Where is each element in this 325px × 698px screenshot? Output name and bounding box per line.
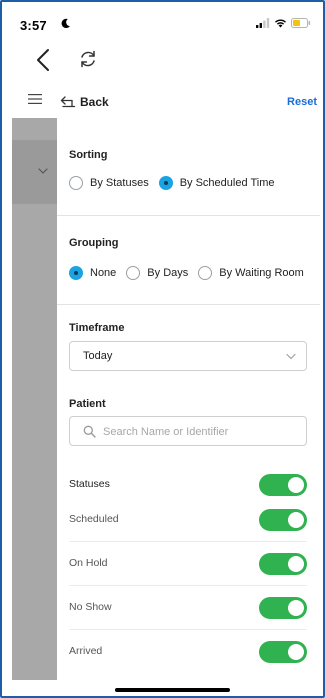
toggle-knob bbox=[288, 600, 304, 616]
statuses-toggle[interactable] bbox=[259, 474, 307, 496]
status-icons bbox=[256, 18, 311, 28]
timeframe-select[interactable]: Today bbox=[69, 341, 307, 371]
back-chevron-icon[interactable] bbox=[34, 48, 54, 72]
radio-label: By Waiting Room bbox=[219, 267, 304, 279]
group-by-days-radio[interactable]: By Days bbox=[126, 266, 188, 280]
toggle-row-on-hold: On Hold bbox=[57, 542, 320, 586]
patient-title: Patient bbox=[69, 398, 106, 410]
reset-button[interactable]: Reset bbox=[287, 96, 317, 108]
toggle-row-arrived: Arrived bbox=[57, 630, 320, 674]
signal-icon bbox=[256, 18, 270, 28]
patient-search-box[interactable] bbox=[69, 416, 307, 446]
radio-unchecked-icon bbox=[126, 266, 141, 280]
battery-icon bbox=[291, 18, 311, 28]
radio-label: By Scheduled Time bbox=[179, 177, 275, 189]
sorting-options: By Statuses By Scheduled Time bbox=[69, 176, 284, 190]
arrived-toggle[interactable] bbox=[259, 641, 307, 663]
radio-label: None bbox=[90, 267, 117, 279]
grouping-options: None By Days By Waiting Room bbox=[69, 266, 314, 280]
on-hold-toggle[interactable] bbox=[259, 553, 307, 575]
section-divider bbox=[57, 215, 320, 216]
radio-checked-icon bbox=[69, 266, 83, 280]
radio-label: By Statuses bbox=[90, 177, 149, 189]
toggle-row-scheduled: Scheduled bbox=[57, 498, 320, 542]
status-time: 3:57 bbox=[20, 18, 47, 33]
scheduled-toggle[interactable] bbox=[259, 509, 307, 531]
toggle-label: Arrived bbox=[69, 645, 103, 657]
group-by-waiting-room-radio[interactable]: By Waiting Room bbox=[198, 266, 304, 280]
back-arrow-icon[interactable] bbox=[60, 94, 76, 108]
refresh-icon[interactable] bbox=[77, 48, 99, 70]
sort-by-scheduled-time-radio[interactable]: By Scheduled Time bbox=[158, 176, 275, 190]
filter-panel: Sorting By Statuses By Scheduled Time Gr… bbox=[57, 118, 320, 680]
section-divider bbox=[57, 304, 320, 305]
search-icon bbox=[83, 425, 96, 438]
no-show-toggle[interactable] bbox=[259, 597, 307, 619]
chevron-down-icon bbox=[38, 168, 48, 174]
toggle-label: No Show bbox=[69, 601, 112, 613]
group-none-radio[interactable]: None bbox=[69, 266, 116, 280]
grouping-title: Grouping bbox=[69, 237, 119, 249]
radio-checked-icon bbox=[158, 176, 173, 190]
radio-unchecked-icon bbox=[198, 266, 213, 280]
wifi-icon bbox=[275, 19, 286, 28]
toggle-knob bbox=[288, 644, 304, 660]
toggle-knob bbox=[288, 477, 304, 493]
background-list-item bbox=[12, 140, 57, 204]
moon-icon bbox=[61, 18, 70, 28]
radio-label: By Days bbox=[147, 267, 189, 279]
toggle-knob bbox=[288, 556, 304, 572]
status-bar: 3:57 bbox=[12, 0, 317, 40]
back-button[interactable]: Back bbox=[80, 95, 109, 109]
timeframe-value: Today bbox=[83, 350, 113, 362]
patient-search-input[interactable] bbox=[103, 422, 299, 442]
nav-row bbox=[0, 42, 325, 82]
chevron-down-icon bbox=[286, 353, 296, 360]
sort-by-statuses-radio[interactable]: By Statuses bbox=[69, 176, 149, 190]
radio-unchecked-icon bbox=[69, 176, 83, 190]
sorting-title: Sorting bbox=[69, 149, 108, 161]
hamburger-icon[interactable] bbox=[28, 93, 42, 105]
toggle-row-no-show: No Show bbox=[57, 586, 320, 630]
home-indicator[interactable] bbox=[115, 688, 230, 692]
toggle-label: Scheduled bbox=[69, 513, 119, 525]
toggle-label: Statuses bbox=[69, 478, 110, 490]
toggle-knob bbox=[288, 512, 304, 528]
timeframe-title: Timeframe bbox=[69, 322, 125, 334]
toggle-label: On Hold bbox=[69, 557, 108, 569]
